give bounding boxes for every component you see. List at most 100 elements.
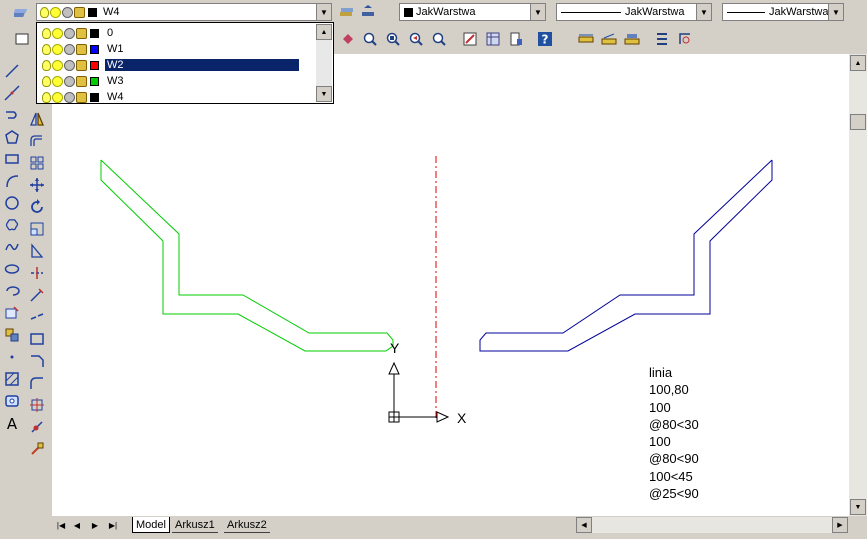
tab-arkusz2[interactable]: Arkusz2	[224, 517, 270, 533]
polyline-tool[interactable]	[1, 104, 23, 126]
layer-item-w4[interactable]: W4	[39, 89, 315, 105]
sun-icon[interactable]	[52, 75, 63, 87]
offset-tool[interactable]	[26, 130, 48, 152]
extend-tool[interactable]	[26, 284, 48, 306]
scroll-up-button[interactable]: ▲	[850, 55, 866, 71]
join-tool[interactable]	[26, 328, 48, 350]
sun-icon[interactable]	[52, 91, 63, 103]
layer-color-swatch[interactable]	[90, 28, 99, 38]
scroll-right-button[interactable]: ▶	[832, 517, 848, 533]
tool-palettes-button[interactable]	[506, 29, 526, 49]
layer-item-w3[interactable]: W3	[39, 73, 315, 89]
layer-color-swatch[interactable]	[90, 44, 99, 54]
scroll-down-button[interactable]: ▼	[316, 86, 332, 102]
green-polyline[interactable]	[100, 159, 394, 352]
rotate-tool[interactable]	[26, 196, 48, 218]
point-tool[interactable]	[1, 346, 23, 368]
array-tool[interactable]	[26, 152, 48, 174]
revision-cloud-tool[interactable]	[1, 214, 23, 236]
chamfer-tool[interactable]	[26, 350, 48, 372]
polygon-tool[interactable]	[1, 126, 23, 148]
layer-color-swatch[interactable]	[90, 60, 99, 70]
color-combo[interactable]: JakWarstwa ▼	[399, 3, 546, 21]
ellipse-arc-tool[interactable]	[1, 280, 23, 302]
layer-item-w2[interactable]: W2	[39, 57, 315, 73]
bulb-icon[interactable]	[42, 91, 51, 103]
spline-tool[interactable]	[1, 236, 23, 258]
trim-tool[interactable]	[26, 262, 48, 284]
chevron-down-icon[interactable]: ▼	[530, 4, 545, 20]
locate-point-button[interactable]	[675, 29, 695, 49]
help-button[interactable]: ?	[535, 29, 555, 49]
blue-polyline[interactable]	[479, 159, 773, 352]
lock-icon[interactable]	[76, 43, 87, 55]
zoom-realtime-button[interactable]	[360, 29, 380, 49]
design-center-button[interactable]	[483, 29, 503, 49]
layer-color-swatch[interactable]	[90, 92, 99, 102]
tab-first-button[interactable]: |◀	[54, 518, 68, 532]
pan-button[interactable]	[338, 29, 358, 49]
globe-icon[interactable]	[64, 91, 75, 103]
vertical-scrollbar[interactable]: ▲ ▼	[849, 54, 867, 516]
bulb-icon[interactable]	[42, 27, 51, 39]
sun-icon[interactable]	[52, 27, 63, 39]
arc-tool[interactable]	[1, 170, 23, 192]
linetype-combo[interactable]: JakWarstwa ▼	[556, 3, 712, 21]
layer-item-0[interactable]: 0	[39, 25, 315, 41]
horizontal-scrollbar[interactable]: ◀ ▶	[576, 517, 848, 533]
break-tool[interactable]	[26, 306, 48, 328]
distance-button[interactable]	[576, 29, 596, 49]
area-button[interactable]	[599, 29, 619, 49]
drawing-area[interactable]: Y X	[52, 54, 849, 516]
mirror-tool[interactable]	[26, 108, 48, 130]
multiline-text-tool[interactable]: A	[1, 412, 23, 434]
list-button[interactable]	[652, 29, 672, 49]
lock-icon[interactable]	[76, 27, 87, 39]
rectangle-tool[interactable]	[1, 148, 23, 170]
make-current-button[interactable]	[336, 2, 356, 22]
fillet-tool[interactable]	[26, 372, 48, 394]
layer-previous-button[interactable]	[358, 2, 378, 22]
globe-icon[interactable]	[64, 75, 75, 87]
move-tool[interactable]	[26, 174, 48, 196]
scale-tool[interactable]	[26, 218, 48, 240]
tab-last-button[interactable]: ▶|	[106, 518, 120, 532]
properties-button[interactable]	[460, 29, 480, 49]
lineweight-combo[interactable]: JakWarstwa ▼	[722, 3, 844, 21]
make-block-tool[interactable]	[1, 324, 23, 346]
scroll-up-button[interactable]: ▲	[316, 24, 332, 40]
lock-icon[interactable]	[76, 91, 87, 103]
layer-color-swatch[interactable]	[90, 76, 99, 86]
copy-tool[interactable]	[26, 438, 48, 460]
layer-combo[interactable]: W4 ▼	[36, 3, 332, 21]
new-button[interactable]	[12, 29, 32, 49]
region-tool[interactable]	[1, 390, 23, 412]
zoom-window-button[interactable]	[383, 29, 403, 49]
bulb-icon[interactable]	[42, 75, 51, 87]
zoom-extents-button[interactable]	[429, 29, 449, 49]
tab-next-button[interactable]: ▶	[88, 518, 102, 532]
sun-icon[interactable]	[52, 43, 63, 55]
construction-line-tool[interactable]	[1, 82, 23, 104]
bulb-icon[interactable]	[42, 59, 51, 71]
tab-prev-button[interactable]: ◀	[70, 518, 84, 532]
circle-tool[interactable]	[1, 192, 23, 214]
bulb-icon[interactable]	[42, 43, 51, 55]
erase-tool[interactable]	[26, 416, 48, 438]
globe-icon[interactable]	[64, 27, 75, 39]
lock-icon[interactable]	[76, 75, 87, 87]
layer-manager-button[interactable]	[12, 2, 32, 22]
stretch-tool[interactable]	[26, 240, 48, 262]
ellipse-tool[interactable]	[1, 258, 23, 280]
layer-item-w1[interactable]: W1	[39, 41, 315, 57]
line-tool[interactable]	[1, 60, 23, 82]
scroll-down-button[interactable]: ▼	[850, 499, 866, 515]
insert-block-tool[interactable]	[1, 302, 23, 324]
layer-dropdown-list[interactable]: 0 W1 W2 W3 W4 ▲ ▼	[36, 22, 334, 104]
tab-model[interactable]: Model	[132, 517, 170, 533]
scroll-left-button[interactable]: ◀	[576, 517, 592, 533]
dropdown-scrollbar[interactable]: ▲ ▼	[316, 24, 332, 102]
explode-tool[interactable]	[26, 394, 48, 416]
sun-icon[interactable]	[52, 59, 63, 71]
lock-icon[interactable]	[76, 59, 87, 71]
